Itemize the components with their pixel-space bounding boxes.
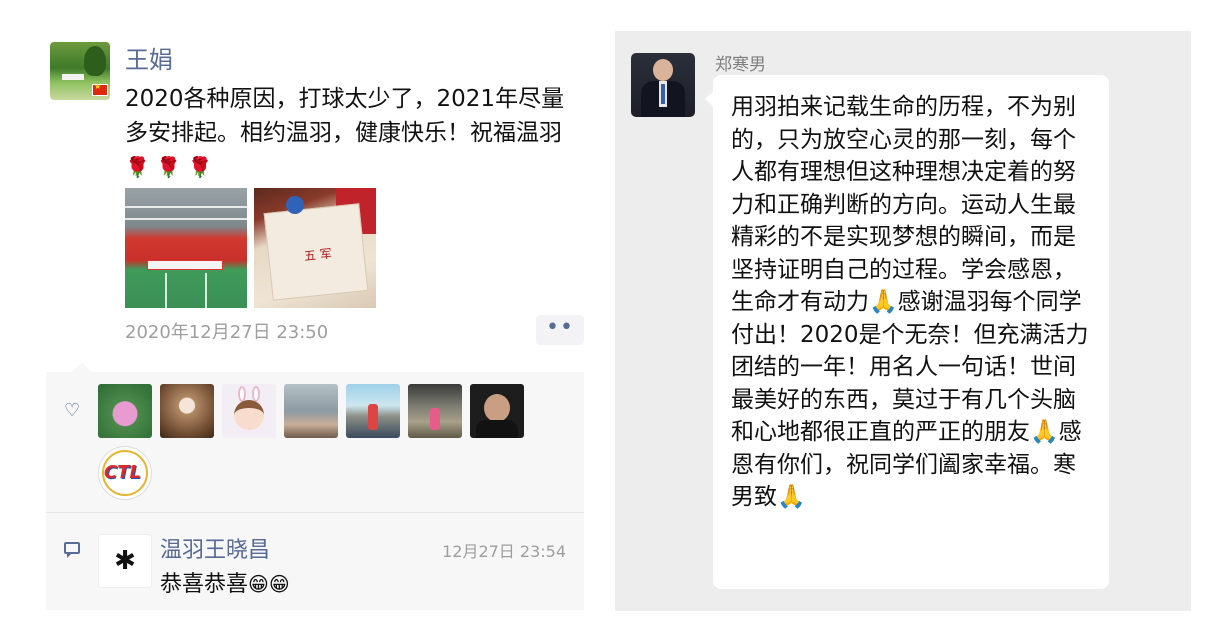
message-text: 用羽拍来记载生命的历程，不为别的，只为放空心灵的那一刻，每个人都有理想但这种理想… [731,94,1089,510]
liker-avatar-lotus[interactable] [98,384,152,438]
liker-avatar-man[interactable] [470,384,524,438]
liker-avatar-seaside[interactable] [284,384,338,438]
poster-name[interactable]: 王娟 [125,40,173,75]
commenter-avatar[interactable]: ✱ [98,534,152,588]
liker-avatar-flower[interactable] [160,384,214,438]
divider [46,512,584,513]
commenter-name[interactable]: 温羽王晓昌 [160,532,270,564]
post-photo-team[interactable] [125,188,247,308]
sender-avatar[interactable] [631,53,695,117]
liker-avatar-outdoor[interactable] [408,384,462,438]
liker-avatar-cartoon-girl[interactable] [222,384,276,438]
comment-body: 恭喜恭喜 [160,572,249,597]
comment-time: 12月27日 23:54 [442,542,566,561]
post-photo-certificate[interactable]: 五 军 [254,188,376,308]
grin-emoji: 😁😁 [248,572,290,596]
likes-comments-panel: ♡ CTL ✱ 温羽王晓昌 12月27日 23:54 恭喜恭喜😁😁 [46,362,584,610]
rose-emoji: 🌹 🌹 🌹 [125,155,213,179]
china-flag-icon [92,82,108,96]
chat-panel: 郑寒男 用羽拍来记载生命的历程，不为别的，只为放空心灵的那一刻，每个人都有理想但… [615,31,1191,611]
heart-icon: ♡ [64,400,81,421]
comment-icon [64,542,80,558]
liker-avatar-ctl-logo[interactable]: CTL [98,446,152,500]
moments-post: 王娟 2020各种原因，打球太少了，2021年尽量多安排起。相约温羽，健康快乐！… [0,0,600,644]
message-bubble[interactable]: 用羽拍来记载生命的历程，不为别的，只为放空心灵的那一刻，每个人都有理想但这种理想… [705,75,1109,589]
avatar-tree [84,46,106,76]
post-timestamp: 2020年12月27日 23:50 [125,322,329,343]
liker-avatar-runner[interactable] [346,384,400,438]
avatar-bench [62,74,84,80]
poster-avatar[interactable] [50,42,110,100]
medal-icon [286,196,304,214]
more-options-button[interactable]: •• [536,315,584,345]
comment-text[interactable]: 恭喜恭喜😁😁 [160,566,290,598]
post-text-body: 2020各种原因，打球太少了，2021年尽量多安排起。相约温羽，健康快乐！祝福温… [125,86,565,146]
post-text: 2020各种原因，打球太少了，2021年尽量多安排起。相约温羽，健康快乐！祝福温… [125,82,585,184]
sender-name: 郑寒男 [715,55,766,75]
ctl-logo-text: CTL [104,462,141,483]
